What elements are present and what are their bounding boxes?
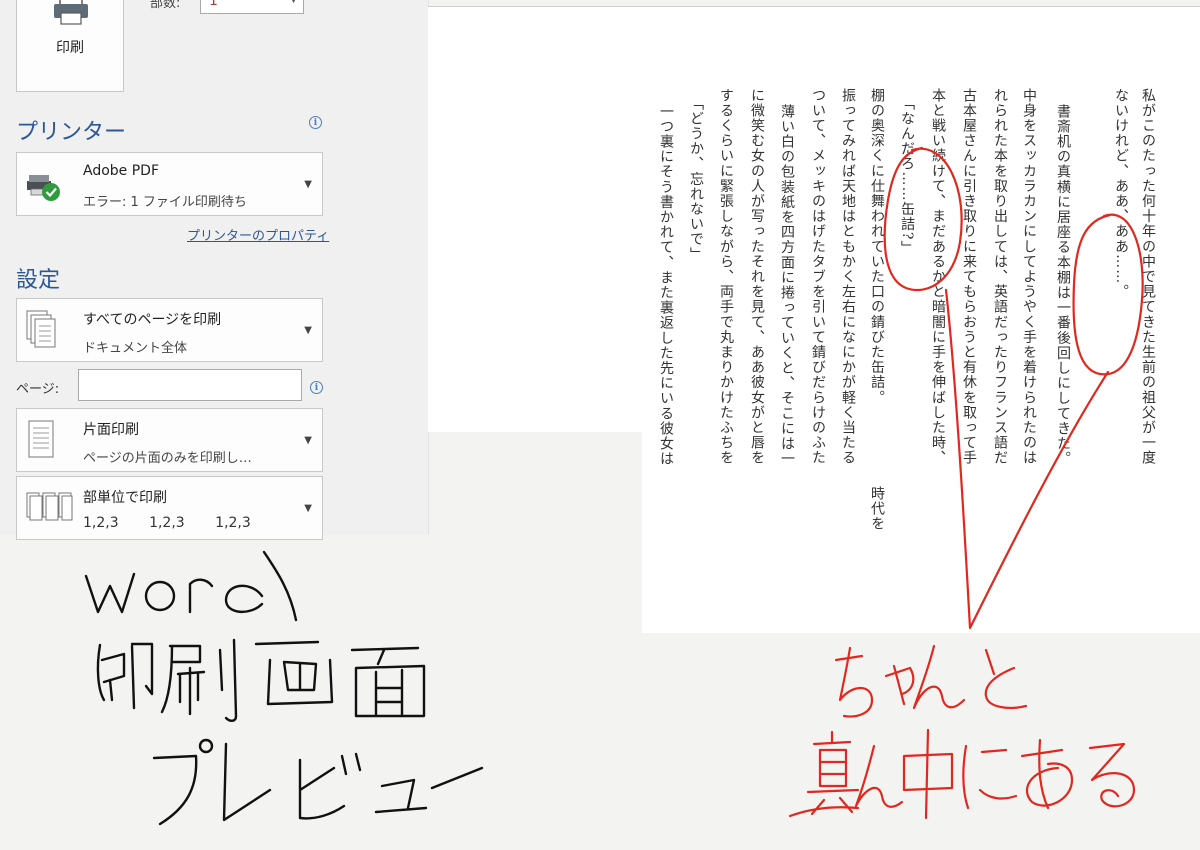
dropdown-arrow-icon: ▼ bbox=[304, 435, 312, 446]
print-range-subtitle: ドキュメント全体 bbox=[83, 341, 188, 356]
text-column: ついて、メッキのはげたタブを引いて錆びだらけのふた bbox=[810, 88, 826, 466]
copies-spinner[interactable]: 1 ▼ bbox=[200, 0, 304, 14]
print-button[interactable]: 印刷 bbox=[16, 0, 124, 92]
printer-name: Adobe PDF bbox=[83, 163, 160, 179]
printer-icon bbox=[54, 0, 88, 25]
printer-status: エラー: 1 ファイル印刷待ち bbox=[83, 195, 247, 210]
text-column: 本と戦い続けて、まだあるかと暗闇に手を伸ばした時、 bbox=[930, 88, 946, 466]
text-column: 「どうか、忘れないで」 bbox=[688, 96, 704, 263]
print-button-label: 印刷 bbox=[56, 40, 84, 56]
handwritten-note-black bbox=[84, 550, 484, 826]
collate-sequence: 1,2,3 1,2,3 1,2,3 bbox=[83, 515, 277, 531]
dropdown-arrow-icon: ▼ bbox=[304, 179, 312, 190]
settings-section-title: 設定 bbox=[16, 268, 61, 293]
one-sided-page-icon bbox=[28, 420, 54, 458]
pdf-printer-icon bbox=[27, 175, 60, 201]
copies-value: 1 bbox=[209, 0, 218, 9]
collate-set: 1,2,3 bbox=[215, 515, 251, 531]
text-column: 一つ裏にそう書かれて、また裏返した先にいる彼女は bbox=[658, 104, 674, 467]
spinner-down-icon[interactable]: ▼ bbox=[290, 0, 297, 5]
dropdown-arrow-icon: ▼ bbox=[304, 325, 312, 336]
collate-title: 部単位で印刷 bbox=[83, 490, 167, 506]
printer-section-title: プリンター bbox=[16, 120, 127, 145]
text-column: ないけれど、ああ、ああ……。 bbox=[1113, 88, 1129, 300]
info-icon[interactable]: i bbox=[309, 116, 322, 129]
print-range-title: すべてのページを印刷 bbox=[83, 312, 222, 328]
copies-label: 部数: bbox=[150, 0, 181, 11]
text-column: 「なんだろ……缶詰?」 bbox=[899, 96, 915, 256]
text-column: れられた本を取り出しては、英語だったりフランス語だ bbox=[992, 88, 1008, 466]
pages-input[interactable] bbox=[78, 369, 302, 401]
print-settings-panel: 印刷 部数: 1 ▼ プリンター i Adobe PDF エラー: 1 ファイル… bbox=[0, 0, 429, 540]
print-range-dropdown[interactable]: すべてのページを印刷 ドキュメント全体 ▼ bbox=[16, 298, 323, 362]
sides-dropdown[interactable]: 片面印刷 ページの片面のみを印刷し… ▼ bbox=[16, 408, 323, 472]
text-column: 古本屋さんに引き取りに来てもらおうと有休を取って手 bbox=[961, 88, 977, 466]
collated-pages-icon bbox=[26, 492, 73, 521]
text-column: 中身をスッカラカンにしてようやく手を着けられたのは bbox=[1021, 88, 1037, 466]
text-column: するくらいに緊張しながら、両手で丸まりかけたふちを bbox=[718, 88, 734, 466]
text-column: 振ってみれば天地はともかく左右になにかが軽く当たる bbox=[840, 88, 856, 466]
text-column: 棚の奥深くに仕舞われていた口の錆びた缶詰。 bbox=[869, 88, 885, 406]
handwritten-note-red bbox=[788, 644, 1136, 820]
info-icon[interactable]: i bbox=[310, 381, 323, 394]
text-column: に微笑む女の人が写ったそれを見て、ああ彼女がと唇を bbox=[749, 88, 765, 466]
dropdown-arrow-icon: ▼ bbox=[304, 503, 312, 514]
text-column-tail: 時代を bbox=[869, 486, 885, 532]
collate-set: 1,2,3 bbox=[83, 515, 119, 531]
text-column: 私がこのたった何十年の中で見てきた生前の祖父が一度 bbox=[1140, 88, 1156, 466]
pages-label: ページ: bbox=[16, 382, 60, 397]
collate-dropdown[interactable]: 部単位で印刷 1,2,3 1,2,3 1,2,3 ▼ bbox=[16, 476, 323, 540]
printer-properties-link[interactable]: プリンターのプロパティ bbox=[187, 225, 329, 244]
sides-subtitle: ページの片面のみを印刷し… bbox=[83, 451, 252, 466]
collate-set: 1,2,3 bbox=[149, 515, 185, 531]
sides-title: 片面印刷 bbox=[83, 422, 139, 438]
text-column: 書斎机の真横に居座る本棚は一番後回しにしてきた。 bbox=[1055, 104, 1071, 467]
pages-stack-icon bbox=[26, 310, 56, 348]
text-column: 薄い白の包装紙を四方面に捲っていくと、そこには一 bbox=[779, 104, 795, 467]
printer-dropdown[interactable]: Adobe PDF エラー: 1 ファイル印刷待ち ▼ bbox=[16, 152, 323, 216]
